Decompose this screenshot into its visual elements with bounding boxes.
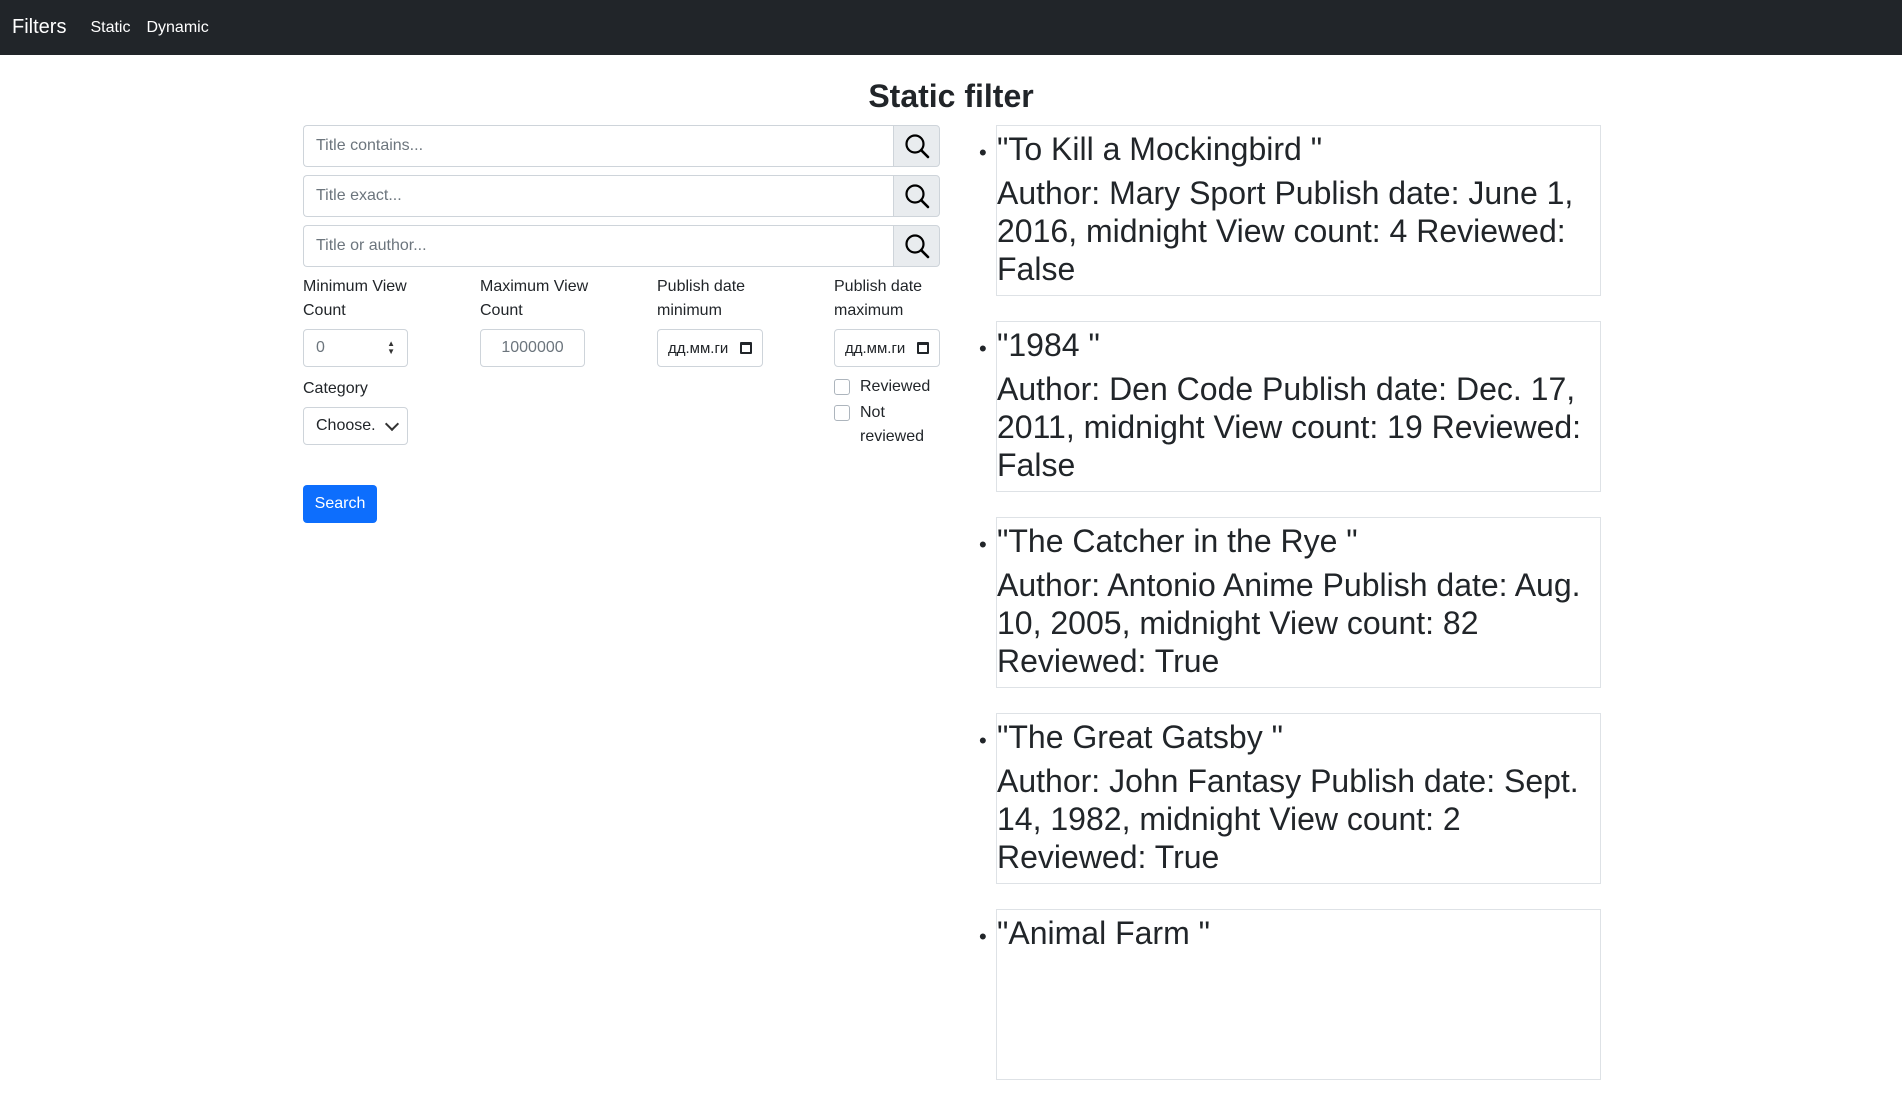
book-title: "To Kill a Mockingbird ": [997, 131, 1323, 167]
navbar-brand[interactable]: Filters: [12, 16, 66, 39]
bullet-icon: •: [979, 532, 987, 557]
book-meta: Author: John Fantasy Publish date: Sept.…: [997, 763, 1579, 875]
results-list: • "To Kill a Mockingbird " Author: Mary …: [979, 125, 1601, 1105]
not-reviewed-checkbox[interactable]: [834, 405, 850, 421]
book-title: "The Catcher in the Rye ": [997, 523, 1358, 559]
min-view-input[interactable]: 0 ▲ ▼: [303, 329, 408, 367]
bullet-icon: •: [979, 728, 987, 753]
min-view-column: Minimum View Count 0 ▲ ▼ Category Choose.: [303, 275, 413, 445]
title-exact-group: [303, 175, 940, 217]
nav-link-dynamic[interactable]: Dynamic: [146, 19, 208, 37]
date-max-column: Publish date maximum дд.мм.ги Reviewed N…: [834, 275, 944, 449]
list-item: • "The Catcher in the Rye " Author: Anto…: [979, 517, 1601, 688]
title-or-author-input[interactable]: [303, 225, 893, 267]
not-reviewed-label: Not reviewed: [860, 404, 925, 445]
title-or-author-search-button[interactable]: [893, 225, 940, 267]
max-view-placeholder: 1000000: [501, 339, 564, 356]
list-item: • "The Great Gatsby " Author: John Fanta…: [979, 713, 1601, 884]
min-view-label: Minimum View Count: [303, 278, 407, 319]
title-or-author-group: [303, 225, 940, 267]
chevron-down-icon: [384, 416, 400, 431]
title-contains-input[interactable]: [303, 125, 893, 167]
date-max-input[interactable]: дд.мм.ги: [834, 329, 940, 367]
list-item: • "To Kill a Mockingbird " Author: Mary …: [979, 125, 1601, 296]
bullet-icon: •: [979, 140, 987, 165]
filters-row: Minimum View Count 0 ▲ ▼ Category Choose.…: [303, 275, 940, 523]
category-label: Category: [303, 380, 368, 397]
max-view-column: Maximum View Count 1000000: [480, 275, 590, 367]
navbar: Filters Static Dynamic: [0, 0, 1902, 55]
list-item: • "Animal Farm ": [979, 909, 1601, 1080]
reviewed-label: Reviewed: [860, 378, 931, 395]
book-title: "Animal Farm ": [997, 915, 1210, 951]
date-max-value: дд.мм.ги: [845, 339, 906, 357]
not-reviewed-option: Not reviewed: [834, 401, 944, 449]
title-contains-search-button[interactable]: [893, 125, 940, 167]
calendar-icon[interactable]: [917, 342, 929, 354]
date-min-column: Publish date minimum дд.мм.ги: [657, 275, 767, 367]
nav-link-static[interactable]: Static: [90, 19, 130, 37]
search-icon: [904, 184, 929, 209]
spinner-icon[interactable]: ▲ ▼: [387, 340, 395, 356]
book-meta: Author: Antonio Anime Publish date: Aug.…: [997, 567, 1581, 679]
search-icon: [904, 234, 929, 259]
category-value: Choose.: [316, 417, 376, 434]
calendar-icon[interactable]: [740, 342, 752, 354]
date-max-label: Publish date maximum: [834, 278, 923, 319]
book-meta: Author: Den Code Publish date: Dec. 17, …: [997, 371, 1582, 483]
reviewed-option: Reviewed: [834, 375, 944, 399]
book-title: "1984 ": [997, 327, 1100, 363]
search-button[interactable]: Search: [303, 485, 377, 523]
page-title: Static filter: [868, 78, 1034, 114]
date-min-value: дд.мм.ги: [668, 339, 729, 357]
list-item: • "1984 " Author: Den Code Publish date:…: [979, 321, 1601, 492]
book-meta: Author: Mary Sport Publish date: June 1,…: [997, 175, 1574, 287]
date-min-label: Publish date minimum: [657, 278, 746, 319]
title-contains-group: [303, 125, 940, 167]
bullet-icon: •: [979, 336, 987, 361]
max-view-input[interactable]: 1000000: [480, 329, 585, 367]
max-view-label: Maximum View Count: [480, 278, 589, 319]
reviewed-checkbox[interactable]: [834, 379, 850, 395]
category-select[interactable]: Choose.: [303, 407, 408, 445]
book-title: "The Great Gatsby ": [997, 719, 1283, 755]
search-icon: [904, 134, 929, 159]
title-exact-input[interactable]: [303, 175, 893, 217]
filter-form: Minimum View Count 0 ▲▼ Category Choose.…: [303, 125, 940, 523]
title-exact-search-button[interactable]: [893, 175, 940, 217]
date-min-input[interactable]: дд.мм.ги: [657, 329, 763, 367]
bullet-icon: •: [979, 924, 987, 949]
min-view-value: 0: [316, 339, 325, 356]
